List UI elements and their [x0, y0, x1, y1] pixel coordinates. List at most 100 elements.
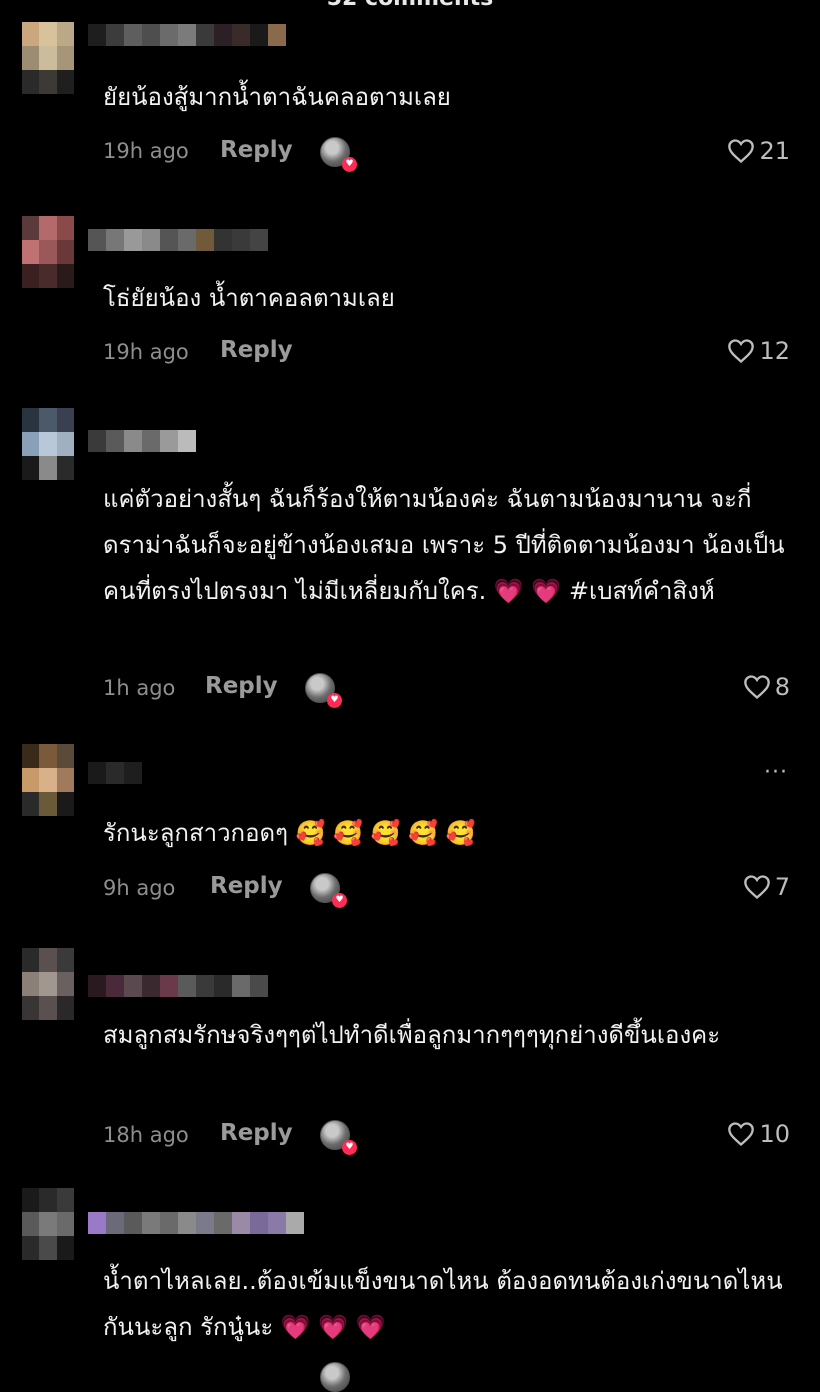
avatar-pixel: [22, 996, 40, 1020]
heart-outline-icon: [743, 875, 770, 900]
avatar[interactable]: [22, 216, 74, 288]
avatar-pixel: [39, 22, 57, 46]
avatar-pixel: [22, 948, 40, 972]
avatar[interactable]: [22, 408, 74, 480]
heart-outline-icon: [728, 139, 755, 164]
avatar-pixel: [56, 22, 74, 46]
username-pixel: [142, 430, 160, 452]
avatar-pixel: [39, 216, 57, 240]
avatar[interactable]: [22, 744, 74, 816]
heart-icon: ♥: [342, 157, 357, 172]
avatar-pixel: [39, 744, 57, 768]
avatar[interactable]: [22, 948, 74, 1020]
username-pixel: [88, 24, 106, 46]
avatar-pixel: [39, 408, 57, 432]
like-count: 8: [774, 673, 790, 701]
username-pixel: [232, 975, 250, 997]
avatar-pixel: [22, 744, 40, 768]
heart-outline-icon: [728, 1122, 755, 1147]
avatar-pixel: [22, 264, 40, 288]
username-pixel: [250, 1212, 268, 1234]
username-pixel: [268, 24, 286, 46]
username-pixel: [250, 229, 268, 251]
username[interactable]: [88, 229, 268, 251]
like-button[interactable]: 21: [727, 137, 790, 165]
avatar-pixel: [56, 46, 74, 70]
avatar-pixel: [22, 408, 40, 432]
username[interactable]: [88, 24, 286, 46]
avatar-pixel: [22, 768, 40, 792]
reply-button[interactable]: Reply: [220, 1120, 293, 1146]
username-pixel: [160, 975, 178, 997]
comment-text: รักนะลูกสาวกอดๆ 🥰 🥰 🥰 🥰 🥰: [103, 819, 476, 847]
avatar-pixel: [56, 1236, 74, 1260]
username-pixel: [106, 975, 124, 997]
creator-liked-avatar: ♥: [305, 673, 342, 708]
reply-button[interactable]: Reply: [220, 137, 293, 163]
username-pixel: [232, 1212, 250, 1234]
like-count: 10: [759, 1120, 790, 1148]
avatar-pixel: [39, 70, 57, 94]
like-button[interactable]: 12: [727, 337, 790, 365]
username-pixel: [142, 1212, 160, 1234]
username-pixel: [178, 430, 196, 452]
more-options-icon[interactable]: ···: [764, 760, 788, 785]
username-pixel: [178, 1212, 196, 1234]
username-pixel: [106, 229, 124, 251]
username-pixel: [232, 24, 250, 46]
username-pixel: [196, 1212, 214, 1234]
username-pixel: [88, 1212, 106, 1234]
avatar-pixel: [56, 768, 74, 792]
avatar-pixel: [56, 432, 74, 456]
reply-button[interactable]: Reply: [220, 337, 293, 363]
avatar-pixel: [39, 972, 57, 996]
username-pixel: [160, 430, 178, 452]
comment-timestamp: 18h ago: [103, 1123, 189, 1147]
avatar[interactable]: [22, 22, 74, 94]
heart-outline-icon: [743, 675, 770, 700]
avatar-pixel: [39, 456, 57, 480]
username-pixel: [88, 229, 106, 251]
username[interactable]: [88, 762, 142, 784]
heart-icon: ♥: [327, 693, 342, 708]
comment-text: แค่ตัวอย่างสั้นๆ ฉันก็ร้องให้ตามน้องค่ะ …: [103, 485, 785, 605]
heart-icon: ♥: [342, 1140, 357, 1155]
username[interactable]: [88, 1212, 304, 1234]
username-pixel: [178, 24, 196, 46]
avatar-pixel: [56, 1212, 74, 1236]
like-button[interactable]: 10: [727, 1120, 790, 1148]
username-pixel: [106, 430, 124, 452]
avatar-pixel: [56, 264, 74, 288]
comment-timestamp: 1h ago: [103, 676, 176, 700]
reply-button[interactable]: Reply: [210, 873, 283, 899]
avatar-pixel: [56, 972, 74, 996]
username[interactable]: [88, 975, 268, 997]
avatar[interactable]: [22, 1188, 74, 1260]
reply-button[interactable]: Reply: [205, 673, 278, 699]
like-button[interactable]: 7: [743, 873, 790, 901]
avatar-pixel: [39, 432, 57, 456]
username-pixel: [214, 1212, 232, 1234]
username-pixel: [124, 762, 142, 784]
avatar-pixel: [56, 70, 74, 94]
avatar-pixel: [56, 996, 74, 1020]
username-pixel: [142, 24, 160, 46]
username[interactable]: [88, 430, 196, 452]
like-button[interactable]: 8: [743, 673, 790, 701]
avatar-pixel: [22, 240, 40, 264]
avatar-pixel: [39, 792, 57, 816]
username-pixel: [142, 975, 160, 997]
avatar-pixel: [22, 972, 40, 996]
username-pixel: [124, 430, 142, 452]
username-pixel: [88, 975, 106, 997]
creator-liked-avatar: [320, 1362, 350, 1392]
username-pixel: [160, 1212, 178, 1234]
creator-liked-avatar: ♥: [320, 137, 357, 172]
avatar-pixel: [22, 456, 40, 480]
avatar-pixel: [56, 456, 74, 480]
comment-timestamp: 9h ago: [103, 876, 176, 900]
username-pixel: [124, 229, 142, 251]
avatar-pixel: [39, 46, 57, 70]
username-pixel: [214, 229, 232, 251]
username-pixel: [214, 24, 232, 46]
